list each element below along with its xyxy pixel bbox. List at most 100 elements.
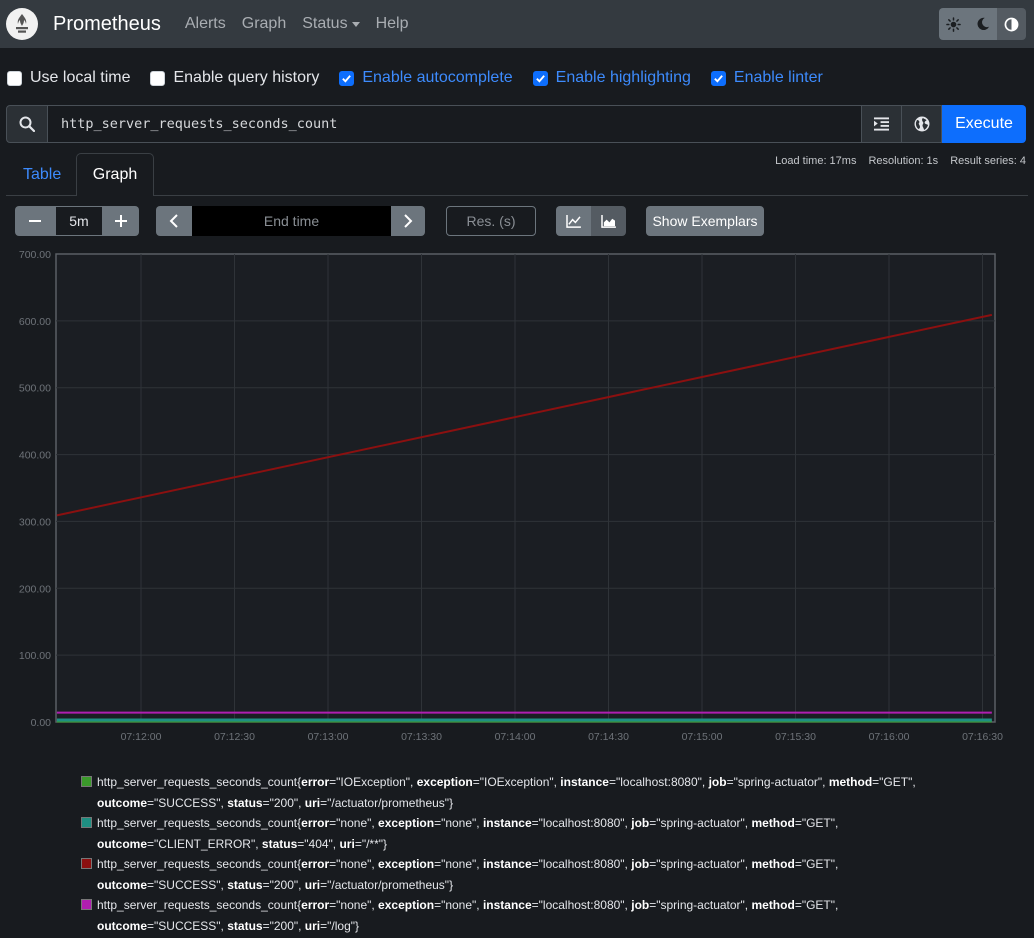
nav-link-label: Status [302,15,348,32]
x-tick-label: 07:14:30 [588,731,629,743]
theme-dark-button[interactable] [968,8,997,40]
option-enable-autocomplete[interactable]: Enable autocomplete [339,69,513,87]
legend-label: http_server_requests_seconds_count{error… [97,775,916,810]
checkbox-enable-highlighting[interactable] [532,70,548,86]
option-label: Enable linter [733,69,823,86]
legend-label-key: exception [416,775,473,789]
legend-label-key: uri [304,795,321,810]
legend-label-key: outcome [97,918,148,933]
legend-label-key: error [301,775,330,789]
option-label: Use local time [30,69,131,86]
theme-auto-button[interactable] [997,8,1026,40]
legend-label: http_server_requests_seconds_count{error… [97,816,839,851]
tab-table[interactable]: Table [23,166,61,184]
x-tick-label: 07:15:00 [682,731,723,743]
legend-label: http_server_requests_seconds_count{error… [97,898,839,933]
y-tick-label: 200.00 [19,583,51,595]
increase-range-button[interactable] [103,206,139,236]
nav-link-label: Alerts [184,15,226,32]
nav-link-alerts[interactable]: Alerts [185,15,226,33]
legend-item[interactable]: http_server_requests_seconds_count{error… [81,854,981,895]
checkbox-use-local-time[interactable] [7,70,22,86]
option-enable-linter[interactable]: Enable linter [710,69,823,87]
option-enable-highlighting[interactable]: Enable highlighting [532,69,691,87]
nav-link-label: Graph [241,15,287,32]
check-icon [535,74,545,83]
navbar: Prometheus Alerts Graph Status Help [0,0,1034,48]
search-icon-box [6,105,48,143]
legend-swatch [81,817,92,828]
y-tick-label: 700.00 [19,249,51,261]
nav-link-graph[interactable]: Graph [242,15,286,33]
legend-item[interactable]: http_server_requests_seconds_count{error… [81,813,981,854]
prometheus-logo-icon [6,8,38,40]
x-tick-label: 07:13:30 [401,731,442,743]
legend-label-key: exception [378,857,435,871]
legend-label-key: outcome [97,836,148,851]
query-options: Use local time Enable query history Enab… [7,66,843,90]
graph-chart[interactable]: 0.00 100.00 200.00 300.00 400.00 500.00 600.00… [0,245,1034,750]
next-time-button[interactable] [391,206,425,236]
legend-label: http_server_requests_seconds_count{error… [97,857,839,892]
previous-time-button[interactable] [156,206,192,236]
decrease-range-button[interactable] [15,206,55,236]
x-tick-label: 07:16:30 [962,731,1003,743]
legend-label-key: uri [304,918,321,933]
load-time: Load time: 17ms [775,155,857,167]
legend-label-key: method [751,857,795,871]
tab-graph[interactable]: Graph [76,153,154,196]
legend-label-key: method [828,775,873,789]
legend-label-key: method [751,816,795,830]
range-input[interactable]: 5m [55,206,103,236]
x-tick-label: 07:16:00 [869,731,910,743]
minus-icon [29,220,41,222]
y-tick-label: 0.00 [31,717,52,729]
nav-link-help[interactable]: Help [376,15,409,33]
stacked-chart-button[interactable] [591,206,626,236]
check-icon [342,74,352,83]
metrics-explorer-button[interactable] [902,105,942,143]
expression-input[interactable]: http_server_requests_seconds_count [48,105,862,143]
resolution-input[interactable]: Res. (s) [446,206,536,236]
plus-icon [115,215,127,227]
check-icon [714,74,723,83]
show-exemplars-button[interactable]: Show Exemplars [646,206,764,236]
caret-down-icon [351,21,360,27]
moon-icon [977,17,989,31]
checkbox-enable-linter[interactable] [710,70,726,86]
option-label: Enable highlighting [555,69,691,86]
nav-link-status[interactable]: Status [302,15,360,33]
theme-light-button[interactable] [939,8,968,40]
chart-type-toggle [556,206,626,236]
format-expression-button[interactable] [862,105,902,143]
legend-swatch [81,776,92,787]
x-tick-label: 07:14:00 [495,731,536,743]
query-stats: Load time: 17ms Resolution: 1s Result se… [763,155,1026,167]
globe-icon [914,116,929,132]
legend-label-key: uri [339,836,355,851]
line-chart-icon [566,214,581,228]
x-tick-label: 07:13:00 [308,731,349,743]
execute-button[interactable]: Execute [942,105,1026,143]
legend-label-key: method [751,898,795,912]
legend-label-key: exception [378,898,435,912]
unstacked-chart-button[interactable] [556,206,591,236]
option-enable-query-history[interactable]: Enable query history [150,69,319,87]
option-use-local-time[interactable]: Use local time [7,69,130,87]
y-tick-label: 600.00 [19,316,51,328]
chevron-right-icon [404,214,413,228]
legend-swatch [81,858,92,869]
nav-links: Alerts Graph Status Help [185,15,425,33]
checkbox-enable-autocomplete[interactable] [339,70,355,86]
half-circle-icon [1004,17,1019,31]
end-time-input[interactable]: End time [192,206,391,236]
brand[interactable]: Prometheus [6,8,161,40]
legend-label-key: error [301,816,330,830]
indent-icon [874,117,889,131]
legend-item[interactable]: http_server_requests_seconds_count{error… [81,772,981,813]
legend-swatch [81,899,92,910]
legend-item[interactable]: http_server_requests_seconds_count{error… [81,895,981,936]
checkbox-enable-query-history[interactable] [150,70,166,86]
tab-divider [6,195,1028,196]
option-label: Enable query history [173,69,320,86]
